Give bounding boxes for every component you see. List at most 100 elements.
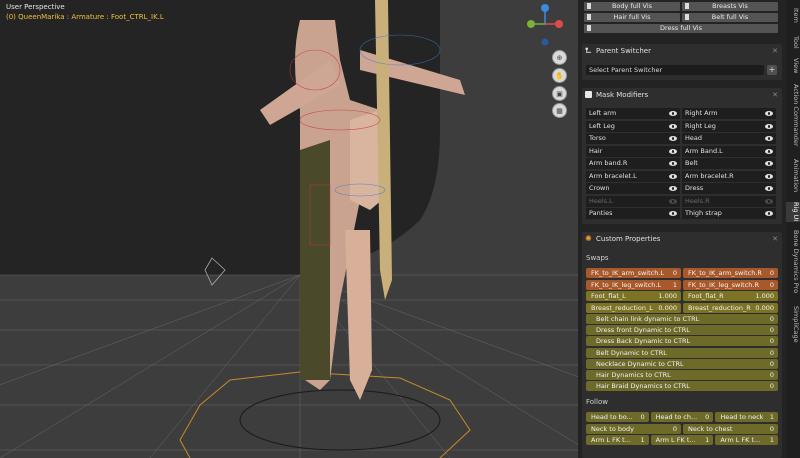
dynamic-property[interactable]: Hair Braid Dynamics to CTRL 0 — [586, 381, 778, 392]
tab-rig-ui[interactable]: Rig UI — [786, 202, 800, 222]
eye-icon[interactable] — [669, 148, 677, 154]
sidebar-panel: Body full Vis Breasts Vis Hair full Vis … — [578, 0, 786, 458]
mask-row: Heels.L Heels.R — [586, 195, 778, 207]
mask-label: Thigh strap — [685, 209, 722, 217]
eye-icon[interactable] — [765, 161, 773, 166]
eye-icon[interactable] — [765, 173, 773, 179]
close-icon[interactable]: ✕ — [772, 44, 778, 58]
eye-icon[interactable] — [765, 211, 773, 216]
eye-icon[interactable] — [669, 211, 677, 216]
property-value: 1 — [769, 413, 774, 421]
dynamic-property[interactable]: Dress Back Dynamic to CTRL 0 — [586, 336, 778, 347]
follow-property[interactable]: Neck to chest 0 — [683, 423, 778, 434]
mask-toggle-heels-l[interactable]: Heels.L — [586, 195, 680, 207]
swap-property[interactable]: Breast_reduction_R 0.000 — [683, 302, 778, 313]
follow-property[interactable]: Neck to body 0 — [586, 423, 681, 434]
mask-toggle-right-arm[interactable]: Right Arm — [682, 108, 776, 119]
eye-icon[interactable] — [765, 198, 773, 204]
eye-icon[interactable] — [669, 111, 677, 116]
dynamic-property[interactable]: Belt chain link dynamic to CTRL 0 — [586, 314, 778, 324]
swap-property[interactable]: Foot_flat_L 1.000 — [586, 291, 681, 301]
navigation-gizmo[interactable] — [525, 2, 565, 48]
eye-icon[interactable] — [669, 198, 677, 204]
eye-icon[interactable] — [765, 186, 773, 191]
property-value: 0 — [672, 269, 677, 277]
follow-property[interactable]: Arm L FK t... 1 — [715, 435, 778, 445]
follow-property[interactable]: Arm L FK t... 1 — [650, 435, 714, 445]
follow-property[interactable]: Arm L FK t... 1 — [586, 435, 649, 445]
property-label: Arm L FK t... — [720, 436, 761, 444]
tab-tool[interactable]: Tool — [786, 32, 800, 52]
follow-property[interactable]: Head to bo... 0 — [586, 412, 649, 422]
tab-item[interactable]: Item — [786, 2, 800, 28]
mask-toggle-arm-band-r[interactable]: Arm band.R — [586, 158, 680, 169]
body-full-vis-button[interactable]: Body full Vis — [584, 2, 680, 11]
mask-toggle-dress[interactable]: Dress — [682, 183, 776, 194]
mask-toggle-belt[interactable]: Belt — [682, 158, 776, 169]
mask-toggle-thigh-strap[interactable]: Thigh strap — [682, 208, 776, 219]
swap-property[interactable]: Breast_reduction_L 0.000 — [586, 302, 681, 313]
eye-icon[interactable] — [669, 123, 677, 129]
eye-icon[interactable] — [669, 173, 677, 179]
property-label: Arm L FK t... — [655, 436, 696, 444]
eye-icon[interactable] — [669, 136, 677, 141]
pin-icon — [685, 3, 689, 9]
eye-icon[interactable] — [669, 161, 677, 166]
mask-toggle-left-leg[interactable]: Left Leg — [586, 120, 680, 132]
swap-property[interactable]: FK_to_IK_arm_switch.L 0 — [586, 268, 681, 278]
swap-property[interactable]: Foot_flat_R 1.000 — [683, 291, 778, 301]
swap-property[interactable]: FK_to_IK_leg_switch.L 1 — [586, 279, 681, 290]
eye-icon[interactable] — [765, 123, 773, 129]
mask-toggle-crown[interactable]: Crown — [586, 183, 680, 194]
mask-toggle-left-arm[interactable]: Left arm — [586, 108, 680, 119]
eye-icon[interactable] — [669, 186, 677, 191]
follow-property[interactable]: Head to ch... 0 — [650, 412, 714, 422]
pin-icon — [587, 14, 591, 20]
tab-animation[interactable]: Animation — [786, 154, 800, 198]
follow-property[interactable]: Head to neck 1 — [715, 412, 778, 422]
eye-icon[interactable] — [765, 136, 773, 141]
property-value: 0.000 — [658, 303, 677, 312]
mask-toggle-head[interactable]: Head — [682, 133, 776, 144]
mask-checkbox-icon[interactable] — [585, 91, 592, 98]
mask-toggle-hair[interactable]: Hair — [586, 145, 680, 157]
mask-toggle-arm-band-l[interactable]: Arm Band.L — [682, 145, 776, 157]
mask-toggle-arm-bracelet-l[interactable]: Arm bracelet.L — [586, 170, 680, 182]
3d-viewport[interactable]: User Perspective (0) QueenMarika : Armat… — [0, 0, 578, 458]
mask-toggle-heels-r[interactable]: Heels.R — [682, 195, 776, 207]
dynamic-property[interactable]: Necklace Dynamic to CTRL 0 — [586, 358, 778, 369]
mask-modifiers-header[interactable]: Mask Modifiers ✕ — [582, 88, 782, 102]
tab-action-commander[interactable]: Action Commander — [786, 80, 800, 150]
tab-simplicage[interactable]: SimpliCage — [786, 302, 800, 346]
mask-toggle-arm-bracelet-r[interactable]: Arm bracelet.R — [682, 170, 776, 182]
mask-toggle-right-leg[interactable]: Right Leg — [682, 120, 776, 132]
camera-view-icon[interactable]: ▣ — [552, 86, 567, 101]
tab-bone-dynamics-pro[interactable]: Bone Dynamics Pro — [786, 226, 800, 298]
close-icon[interactable]: ✕ — [772, 88, 778, 102]
select-parent-switcher-field[interactable]: Select Parent Switcher — [586, 65, 764, 75]
eye-icon[interactable] — [765, 111, 773, 116]
property-label: Head to ch... — [655, 413, 698, 421]
zoom-icon[interactable]: ⊕ — [552, 50, 567, 65]
mask-toggle-panties[interactable]: Panties — [586, 208, 680, 219]
hand-pan-icon[interactable]: ✋ — [552, 68, 567, 83]
dynamic-property[interactable]: Dress front Dynamic to CTRL 0 — [586, 325, 778, 336]
parent-switcher-header[interactable]: Parent Switcher ✕ — [582, 44, 782, 58]
custom-properties-header[interactable]: ✺ Custom Properties ✕ — [582, 232, 782, 246]
grid-toggle-icon[interactable]: ▦ — [552, 103, 567, 118]
dynamic-property[interactable]: Belt Dynamic to CTRL 0 — [586, 347, 778, 358]
dynamic-property[interactable]: Hair Dynamics to CTRL 0 — [586, 370, 778, 380]
eye-icon[interactable] — [765, 148, 773, 154]
belt-full-vis-button[interactable]: Belt full Vis — [682, 13, 778, 22]
swap-property[interactable]: FK_to_IK_arm_switch.R 0 — [683, 268, 778, 278]
close-icon[interactable]: ✕ — [772, 232, 778, 246]
mask-toggle-torso[interactable]: Torso — [586, 133, 680, 144]
swap-property[interactable]: FK_to_IK_leg_switch.R 0 — [683, 279, 778, 290]
dress-full-vis-button[interactable]: Dress full Vis — [584, 24, 778, 33]
breasts-vis-button[interactable]: Breasts Vis — [682, 2, 778, 11]
tab-view[interactable]: View — [786, 56, 800, 76]
property-value: 1.000 — [755, 292, 774, 300]
add-button[interactable]: + — [767, 65, 777, 75]
property-label: Belt Dynamic to CTRL — [596, 348, 667, 357]
hair-full-vis-button[interactable]: Hair full Vis — [584, 13, 680, 22]
